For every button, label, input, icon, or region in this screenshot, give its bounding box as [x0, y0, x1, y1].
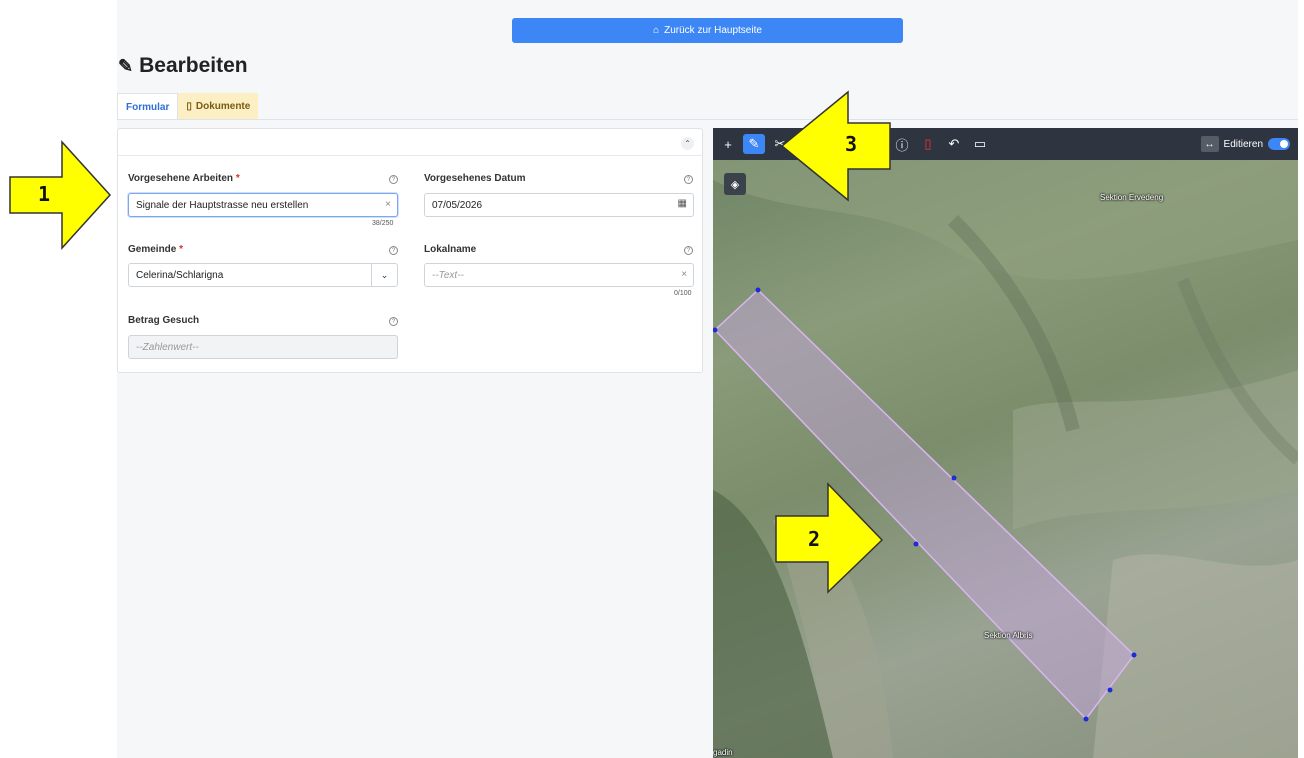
layers-icon[interactable]: ◈ [724, 173, 746, 195]
map-panel[interactable]: Sektion Ervedeng Sektion Albris gadin + … [713, 128, 1298, 758]
document-icon: ▯ [186, 101, 192, 112]
home-icon: ⌂ [653, 25, 660, 36]
tab-bar: Formular ▯ Dokumente [117, 93, 259, 120]
help-icon[interactable]: ? [684, 246, 693, 255]
clear-icon[interactable]: × [681, 269, 687, 280]
trash-icon[interactable]: ▯ [917, 134, 939, 154]
help-icon[interactable]: ? [684, 175, 693, 184]
home-button-label: Zurück zur Hauptseite [664, 25, 762, 36]
callout-arrow-2 [775, 482, 884, 594]
map-overlay [713, 160, 1298, 758]
arbeiten-input[interactable]: Signale der Hauptstrasse neu erstellen × [128, 193, 398, 217]
callout-number-3: 3 [845, 132, 858, 156]
betrag-label: Betrag Gesuch [128, 315, 200, 326]
map-label: gadin [713, 748, 733, 757]
page-title: ✎ Bearbeiten [118, 54, 248, 78]
calendar-icon[interactable]: ▦ [678, 198, 687, 209]
info-icon[interactable]: ⓘ [891, 134, 913, 154]
gemeinde-label: Gemeinde * [128, 244, 183, 255]
lokalname-input[interactable]: --Text-- × [424, 263, 694, 287]
callout-arrow-3 [780, 90, 891, 202]
datum-input[interactable]: 07/05/2026 ▦ [424, 193, 694, 217]
undo-icon[interactable]: ↶ [943, 134, 965, 154]
collapse-chevron-up-icon[interactable]: ⌃ [681, 137, 694, 150]
callout-number-2: 2 [808, 527, 821, 551]
tab-dokumente[interactable]: ▯ Dokumente [178, 93, 259, 120]
tab-formular[interactable]: Formular [117, 93, 179, 120]
arbeiten-label-text: Vorgesehene Arbeiten [128, 173, 234, 184]
help-icon[interactable]: ? [389, 175, 398, 184]
plus-icon[interactable]: + [717, 134, 739, 154]
tab-dokumente-label: Dokumente [195, 101, 251, 112]
arbeiten-counter: 38/250 [372, 220, 394, 227]
lokalname-placeholder: --Text-- [432, 269, 464, 281]
clear-icon[interactable]: × [385, 199, 391, 210]
gemeinde-label-text: Gemeinde [128, 244, 177, 255]
keyboard-icon[interactable]: ▭ [969, 134, 991, 154]
help-icon[interactable]: ? [389, 246, 398, 255]
card-header: ⌃ [118, 129, 702, 156]
tab-divider [117, 119, 1298, 120]
callout-number-1: 1 [38, 182, 51, 206]
arrows-horizontal-icon: ↔ [1200, 136, 1219, 152]
chevron-down-icon[interactable]: ⌄ [371, 264, 397, 286]
lokalname-counter: 0/100 [674, 290, 692, 297]
home-button[interactable]: ⌂ Zurück zur Hauptseite [512, 18, 903, 43]
gemeinde-select[interactable]: Celerina/Schlarigna ⌄ [128, 263, 398, 287]
map-label: Sektion Ervedeng [1100, 193, 1164, 202]
app-page: ⌂ Zurück zur Hauptseite ✎ Bearbeiten For… [0, 0, 1304, 758]
datum-label: Vorgesehenes Datum [424, 173, 526, 184]
satellite-map[interactable]: Sektion Ervedeng Sektion Albris gadin [713, 160, 1298, 758]
callout-arrow-1 [9, 140, 112, 250]
page-title-text: Bearbeiten [139, 54, 248, 77]
tab-formular-label: Formular [126, 101, 170, 113]
map-label: Sektion Albris [984, 631, 1033, 640]
betrag-placeholder: --Zahlenwert-- [136, 341, 199, 353]
gemeinde-select-value: Celerina/Schlarigna [136, 269, 224, 281]
required-mark: * [235, 173, 240, 184]
lokalname-label: Lokalname [424, 244, 477, 255]
pencil-icon: ✎ [118, 55, 134, 76]
toggle-switch[interactable] [1268, 138, 1290, 150]
edit-toggle[interactable]: ↔ Editieren [1200, 136, 1290, 152]
required-mark: * [179, 244, 184, 255]
datum-input-value: 07/05/2026 [432, 199, 483, 211]
form-card: ⌃ Vorgesehene Arbeiten * ? Signale der H… [117, 128, 703, 373]
betrag-input[interactable]: --Zahlenwert-- [128, 335, 398, 359]
help-icon[interactable]: ? [389, 317, 398, 326]
edit-icon[interactable]: ✎ [743, 134, 765, 154]
arbeiten-input-value: Signale der Hauptstrasse neu erstellen [136, 199, 309, 211]
arbeiten-label: Vorgesehene Arbeiten * [128, 173, 240, 184]
edit-toggle-label: Editieren [1223, 138, 1263, 150]
